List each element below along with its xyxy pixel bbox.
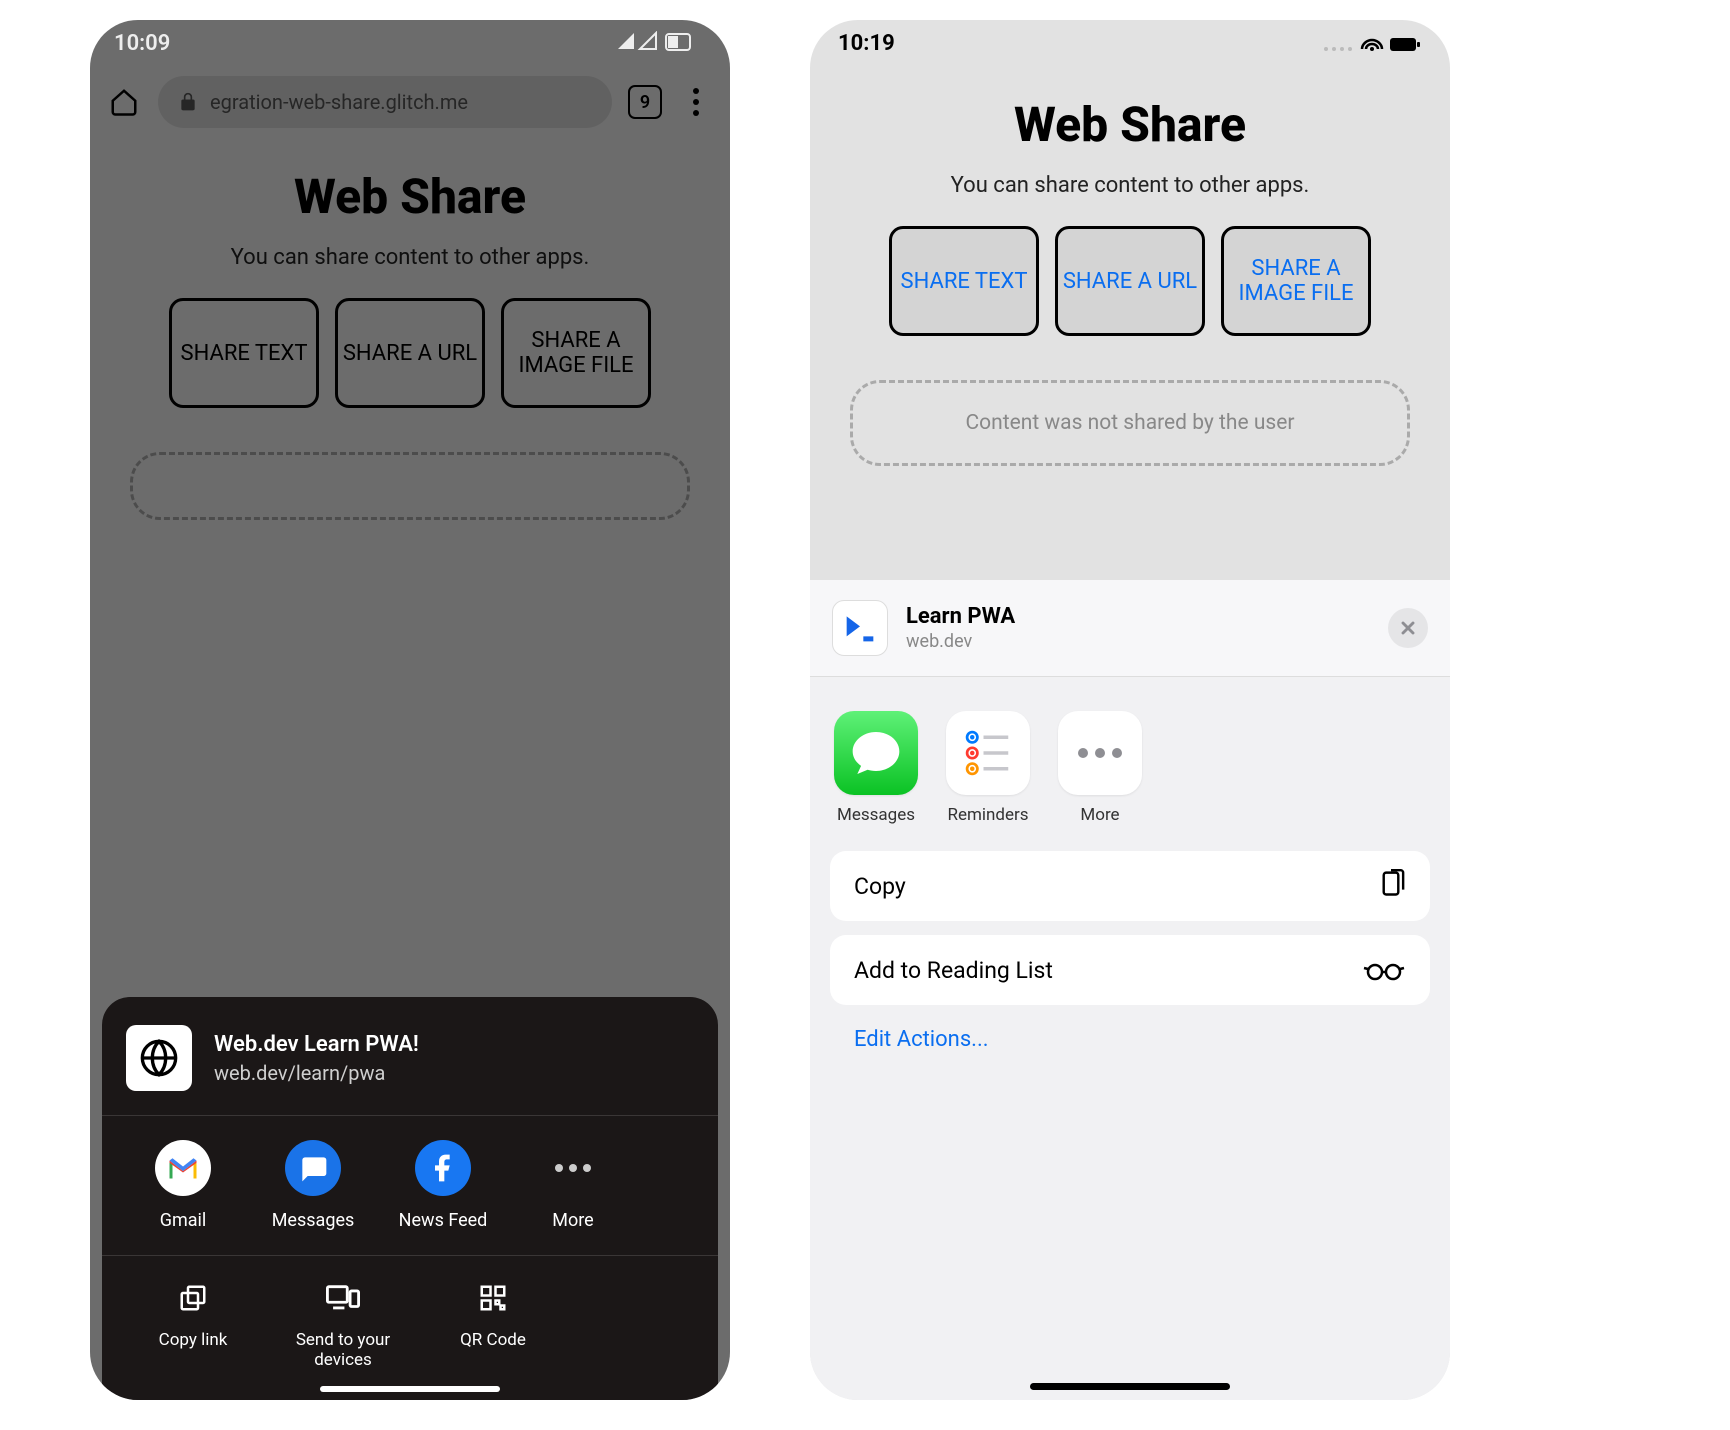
ios-phone: 10:19 Web Share You can share content to… (810, 20, 1450, 1400)
app-label: Gmail (160, 1210, 207, 1231)
share-subtitle: web.dev/learn/pwa (214, 1061, 419, 1085)
status-icons (1322, 33, 1422, 53)
result-placeholder (130, 452, 690, 520)
ios-share-sheet: Learn PWA web.dev Messages Reminders (810, 580, 1450, 1400)
home-icon[interactable] (106, 84, 142, 120)
share-subtitle: web.dev (906, 631, 1015, 652)
share-title: Learn PWA (906, 604, 1015, 629)
action-label: Copy link (159, 1330, 228, 1350)
share-app-icon (832, 600, 888, 656)
ios-status-bar: 10:19 (810, 20, 1450, 66)
share-text-button[interactable]: SHARE TEXT (169, 298, 319, 408)
share-favicon (126, 1025, 192, 1091)
reading-list-icon (1362, 958, 1406, 982)
copy-icon (1376, 869, 1406, 903)
action-label: Copy (854, 873, 906, 900)
action-label: Send to your devices (296, 1330, 390, 1370)
action-qr-code[interactable]: QR Code (418, 1280, 568, 1370)
status-icons (616, 31, 706, 55)
share-app-reminders[interactable]: Reminders (946, 711, 1030, 825)
action-label: QR Code (460, 1330, 526, 1350)
android-home-indicator[interactable] (320, 1386, 500, 1392)
share-app-gmail[interactable]: Gmail (118, 1140, 248, 1231)
share-image-button[interactable]: SHARE A IMAGE FILE (1221, 226, 1371, 336)
share-app-more[interactable]: More (508, 1140, 638, 1231)
app-label: News Feed (399, 1210, 488, 1231)
action-copy-link[interactable]: Copy link (118, 1280, 268, 1370)
share-app-messages[interactable]: Messages (834, 711, 918, 825)
share-app-messages[interactable]: Messages (248, 1140, 378, 1231)
share-actions: Copy Add to Reading List Edit Actions... (810, 835, 1450, 1076)
action-send-devices[interactable]: Send to your devices (268, 1280, 418, 1370)
share-url-button[interactable]: SHARE A URL (335, 298, 485, 408)
page-title: Web Share (100, 168, 720, 225)
edit-actions-button[interactable]: Edit Actions... (830, 1019, 1430, 1060)
url-text: egration-web-share.glitch.me (210, 90, 468, 114)
status-time: 10:19 (838, 31, 895, 56)
close-icon[interactable] (1388, 608, 1428, 648)
page-subtitle: You can share content to other apps. (100, 245, 720, 270)
url-bar[interactable]: egration-web-share.glitch.me (158, 76, 612, 128)
share-apps-row: Gmail Messages News Feed More (102, 1115, 718, 1255)
share-text-button[interactable]: SHARE TEXT (889, 226, 1039, 336)
android-page-content: Web Share You can share content to other… (90, 138, 730, 550)
app-label: More (552, 1210, 593, 1231)
android-status-overlay: 10:09 (90, 20, 730, 66)
android-share-sheet: Web.dev Learn PWA! web.dev/learn/pwa Gma… (102, 997, 718, 1400)
status-time: 10:09 (114, 31, 170, 56)
action-copy[interactable]: Copy (830, 851, 1430, 921)
app-label: Reminders (947, 805, 1028, 825)
result-message: Content was not shared by the user (850, 380, 1410, 466)
app-label: More (1080, 805, 1119, 825)
share-app-facebook[interactable]: News Feed (378, 1140, 508, 1231)
android-phone: egration-web-share.glitch.me 9 Web Share… (90, 20, 730, 1400)
share-header: Learn PWA web.dev (810, 580, 1450, 677)
share-image-button[interactable]: SHARE A IMAGE FILE (501, 298, 651, 408)
share-title: Web.dev Learn PWA! (214, 1032, 419, 1057)
action-reading-list[interactable]: Add to Reading List (830, 935, 1430, 1005)
page-subtitle: You can share content to other apps. (820, 173, 1440, 198)
ios-home-indicator[interactable] (1030, 1383, 1230, 1390)
android-browser-toolbar: egration-web-share.glitch.me 9 (90, 66, 730, 138)
ios-page-content: Web Share You can share content to other… (810, 66, 1450, 496)
share-url-button[interactable]: SHARE A URL (1055, 226, 1205, 336)
app-label: Messages (837, 805, 915, 825)
page-title: Web Share (820, 96, 1440, 153)
tab-count-button[interactable]: 9 (628, 85, 662, 119)
overflow-menu-icon[interactable] (678, 88, 714, 116)
share-header: Web.dev Learn PWA! web.dev/learn/pwa (102, 1017, 718, 1115)
app-label: Messages (272, 1210, 355, 1231)
share-actions-row: Copy link Send to your devices QR Code (102, 1255, 718, 1370)
share-app-more[interactable]: More (1058, 711, 1142, 825)
action-label: Add to Reading List (854, 957, 1053, 984)
share-apps-row: Messages Reminders More (810, 677, 1450, 835)
